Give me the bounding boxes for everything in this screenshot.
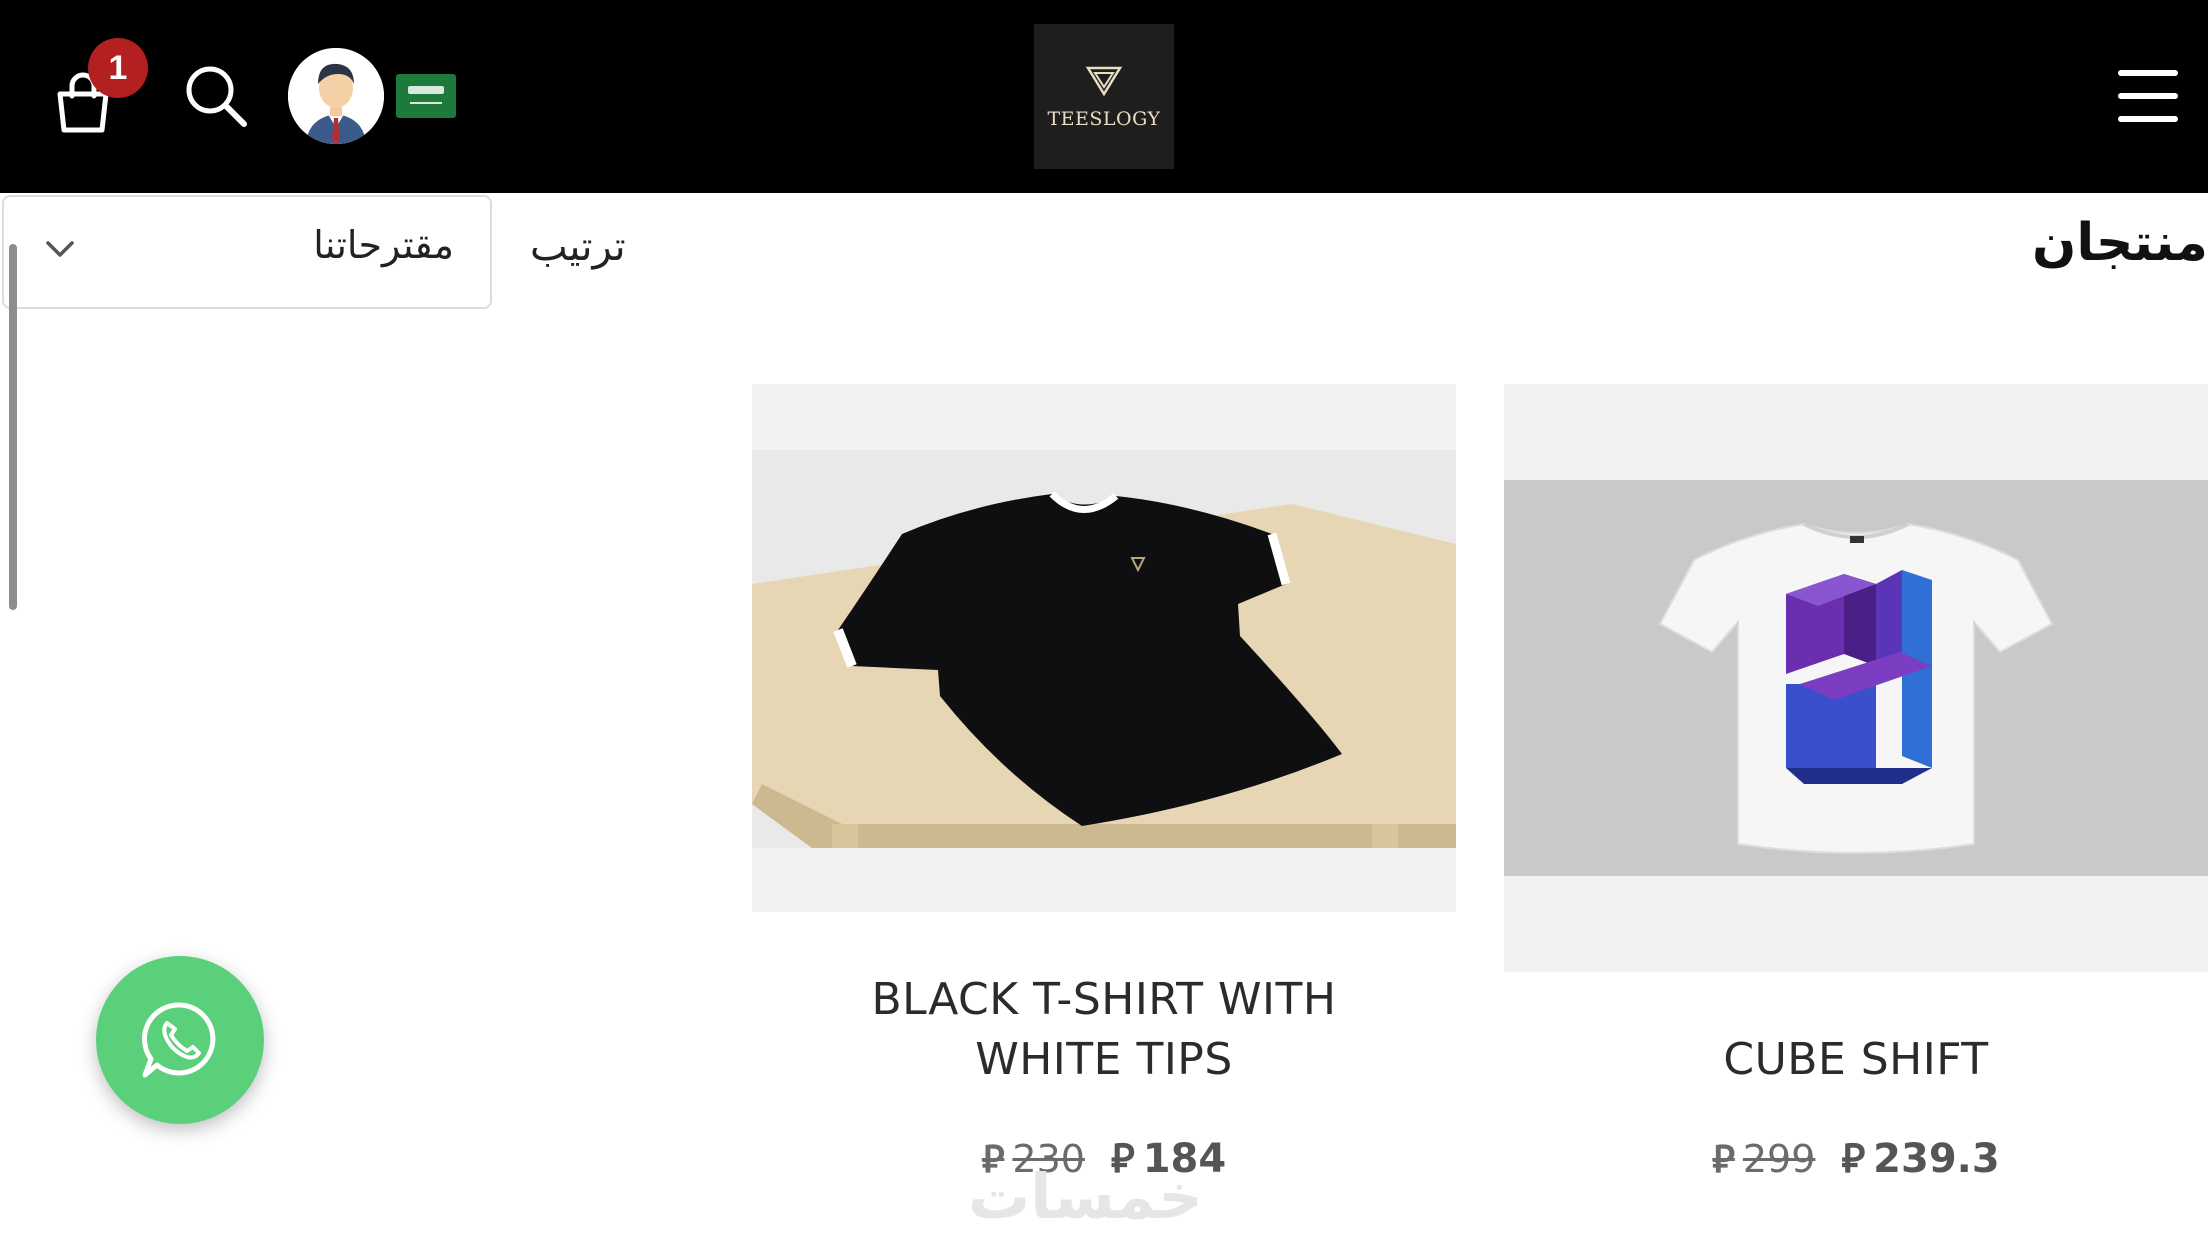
scrollbar-thumb[interactable]: [9, 244, 17, 610]
cart-button[interactable]: 1: [48, 38, 158, 150]
original-price: ⃁ 299: [1712, 1136, 1816, 1181]
logo-wordmark: TEESLOGY: [1047, 107, 1161, 130]
product-photo: [1504, 480, 2208, 876]
product-image-black-tshirt[interactable]: [752, 384, 1456, 912]
page-title: منتجان: [2031, 213, 2208, 273]
search-button[interactable]: [182, 62, 252, 132]
flag-sword-mark: [410, 102, 442, 104]
search-icon: [186, 66, 247, 127]
cart-count-badge: 1: [88, 38, 148, 98]
riyal-currency-icon: ⃁: [1712, 1136, 1735, 1181]
menu-button[interactable]: [2118, 70, 2178, 122]
logo-emblem-icon: [1085, 66, 1123, 96]
chevron-down-icon: [46, 241, 74, 257]
account-avatar[interactable]: [288, 48, 384, 144]
whatsapp-button[interactable]: [96, 956, 264, 1124]
saudi-flag-icon[interactable]: [396, 74, 456, 118]
brand-logo[interactable]: TEESLOGY: [1034, 24, 1174, 169]
sort-label: ترتيب: [530, 224, 626, 270]
price-row-cube-shift: ⃁ 299 ⃁ 239.3: [1504, 1132, 2208, 1184]
whatsapp-icon: [142, 1002, 216, 1078]
product-title-cube-shift[interactable]: CUBE SHIFT: [1504, 1030, 2208, 1090]
sale-price: ⃁ 239.3: [1841, 1136, 2000, 1182]
flag-script-mark: [408, 86, 444, 94]
sort-dropdown[interactable]: مقترحاتنا: [2, 195, 492, 309]
product-title-black-tshirt[interactable]: BLACK T-SHIRT WITH WHITE TIPS: [752, 970, 1456, 1090]
avatar: [288, 48, 384, 144]
product-image-cube-shift[interactable]: [1504, 384, 2208, 972]
sort-selected-value: مقترحاتنا: [313, 223, 454, 267]
top-navigation-bar: 1 TEESLOGY: [0, 0, 2208, 193]
watermark: خمسات: [968, 1160, 1203, 1233]
riyal-currency-icon: ⃁: [1841, 1136, 1866, 1182]
product-photo: [752, 450, 1456, 848]
